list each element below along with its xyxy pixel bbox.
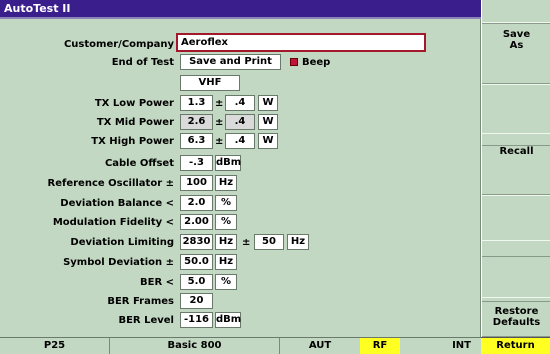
ber-level-input[interactable]: -116 (180, 312, 213, 328)
ber-unit: % (215, 274, 237, 290)
end-of-test-select[interactable]: Save and Print (180, 54, 281, 70)
cable-offset-unit: dBm (215, 155, 241, 171)
dev-limit-tol-input[interactable]: 50 (254, 234, 284, 250)
mod-fidelity-label: Modulation Fidelity < (52, 217, 174, 228)
tx-mid-tol-input[interactable]: .4 (225, 114, 255, 130)
tx-low-tol-input[interactable]: .4 (225, 95, 255, 111)
softkey-panel: Save As Recall Restore Defaults (481, 0, 550, 354)
tx-low-label: TX Low Power (94, 98, 174, 109)
dev-limit-tol-unit: Hz (287, 234, 309, 250)
tx-low-input[interactable]: 1.3 (180, 95, 213, 111)
customer-label: Customer/Company (63, 39, 174, 50)
beep-label: Beep (302, 57, 331, 68)
restore-defaults-button[interactable]: Restore Defaults (482, 297, 550, 337)
ber-input[interactable]: 5.0 (180, 274, 213, 290)
customer-input[interactable]: Aeroflex (176, 33, 426, 52)
cable-offset-input[interactable]: -.3 (180, 155, 213, 171)
tx-mid-label: TX Mid Power (96, 117, 174, 128)
recall-button[interactable]: Recall (482, 133, 550, 195)
status-rf: RF (360, 338, 400, 354)
dev-limit-unit: Hz (215, 234, 237, 250)
ref-osc-unit: Hz (215, 175, 237, 191)
sym-dev-label: Symbol Deviation ± (63, 257, 174, 268)
status-int: INT (452, 340, 471, 351)
ref-osc-label: Reference Oscillator ± (47, 178, 175, 189)
end-of-test-label: End of Test (111, 57, 174, 68)
dev-limit-label: Deviation Limiting (70, 237, 174, 248)
tx-high-label: TX High Power (91, 136, 174, 147)
tx-low-unit: W (258, 95, 278, 111)
return-button[interactable]: Return (481, 337, 550, 354)
mod-fidelity-input[interactable]: 2.00 (180, 214, 213, 230)
tx-mid-unit: W (258, 114, 278, 130)
ber-frames-label: BER Frames (107, 296, 174, 307)
save-as-button[interactable]: Save As (482, 22, 550, 84)
dev-balance-input[interactable]: 2.0 (180, 195, 213, 211)
ber-level-unit: dBm (215, 312, 241, 328)
window-title: AutoTest II (4, 2, 71, 15)
tx-high-pm: ± (215, 136, 224, 147)
status-system: Basic 800 (110, 338, 280, 354)
tx-high-input[interactable]: 6.3 (180, 133, 213, 149)
ber-level-label: BER Level (118, 315, 174, 326)
softkey-blank-top (482, 2, 550, 24)
dev-limit-pm: ± (242, 237, 251, 248)
status-aut: AUT (308, 340, 332, 351)
tx-mid-input[interactable]: 2.6 (180, 114, 213, 130)
main-panel: Customer/Company Aeroflex End of Test Sa… (0, 19, 481, 337)
ber-label: BER < (139, 277, 174, 288)
ref-osc-input[interactable]: 100 (180, 175, 213, 191)
tx-high-tol-input[interactable]: .4 (225, 133, 255, 149)
sym-dev-unit: Hz (215, 254, 237, 270)
status-mode: P25 (0, 338, 110, 354)
band-select[interactable]: VHF (180, 75, 240, 91)
ber-frames-input[interactable]: 20 (180, 293, 213, 309)
mod-fidelity-unit: % (215, 214, 237, 230)
tx-mid-pm: ± (215, 117, 224, 128)
title-bar: AutoTest II (0, 0, 481, 19)
tx-low-pm: ± (215, 98, 224, 109)
cable-offset-label: Cable Offset (104, 158, 174, 169)
sym-dev-input[interactable]: 50.0 (180, 254, 213, 270)
status-bar: P25 Basic 800 AUT RF INT (0, 337, 481, 354)
tx-high-unit: W (258, 133, 278, 149)
dev-balance-label: Deviation Balance < (60, 198, 174, 209)
beep-checkbox[interactable] (290, 58, 298, 66)
dev-limit-input[interactable]: 2830 (180, 234, 213, 250)
dev-balance-unit: % (215, 195, 237, 211)
softkey-blank-4 (482, 240, 550, 302)
